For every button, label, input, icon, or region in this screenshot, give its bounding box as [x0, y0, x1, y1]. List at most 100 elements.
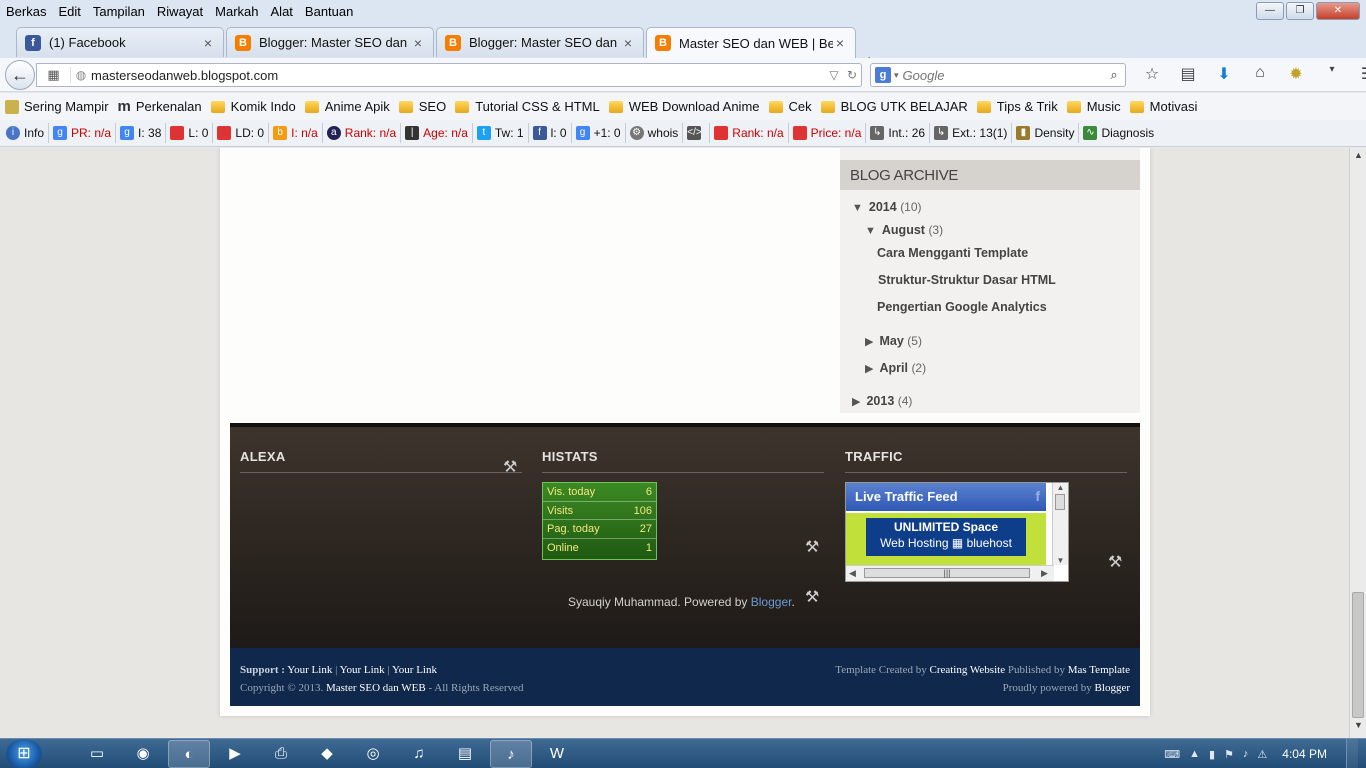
edit-wrench-icon[interactable]: ⚒ [503, 457, 517, 477]
network-icon[interactable]: ▮ [1209, 748, 1215, 761]
bluehost-ad[interactable]: UNLIMITED Space Web Hosting ▦ bluehost [846, 513, 1046, 565]
show-desktop-button[interactable] [1346, 739, 1358, 768]
menu-tampilan[interactable]: Tampilan [87, 4, 151, 19]
tab-blogger-2[interactable]: B Blogger: Master SEO dan ... × [436, 27, 644, 57]
tab-master-seo[interactable]: B Master SEO dan WEB | Bela... × [646, 27, 856, 58]
menu-edit[interactable]: Edit [52, 4, 86, 19]
start-button[interactable]: ⊞ [6, 739, 42, 768]
seo-density[interactable]: ▮ Density [1012, 123, 1080, 143]
seo-google-index[interactable]: g I: 38 [116, 123, 167, 143]
live-traffic-feed[interactable]: Live Traffic Feed f UNLIMITED Space Web … [845, 482, 1069, 582]
seo-bing-index[interactable]: b I: n/a [269, 123, 323, 143]
close-tab-icon[interactable]: × [411, 35, 425, 51]
close-tab-icon[interactable]: × [833, 35, 847, 51]
page-scrollbar[interactable]: ▲ ▼ [1349, 148, 1366, 738]
seo-external-links[interactable]: ↳ Ext.: 13(1) [930, 123, 1013, 143]
tab-facebook[interactable]: f (1) Facebook × [16, 27, 224, 57]
clock[interactable]: 4:04 PM [1282, 747, 1327, 761]
engine-dropdown-icon[interactable]: ▾ [894, 70, 899, 81]
bookmark-music[interactable]: Music [1066, 99, 1121, 114]
addon-gear-icon[interactable]: ✹ [1278, 64, 1314, 84]
archive-post-link[interactable]: Cara Mengganti Template [877, 246, 1028, 260]
seo-diagnosis[interactable]: ∿ Diagnosis [1079, 123, 1158, 143]
publisher-link[interactable]: Mas Template [1068, 664, 1130, 676]
seo-semrush-rank[interactable]: Rank: n/a [710, 123, 789, 143]
google-icon[interactable]: g [875, 67, 891, 83]
site-name-link[interactable]: Master SEO dan WEB [326, 682, 426, 694]
blogger-link[interactable]: Blogger [751, 595, 792, 609]
restore-button[interactable]: ❐ [1286, 2, 1314, 20]
url-text[interactable]: masterseodanweb.blogspot.com [91, 68, 825, 83]
collapsed-triangle-icon[interactable]: ▶ [865, 363, 873, 375]
history-dropdown-icon[interactable]: ▽ [825, 68, 843, 82]
bookmark-star-icon[interactable]: ☆ [1134, 64, 1170, 84]
bookmark-perkenalan[interactable]: m Perkenalan [118, 98, 202, 115]
edit-wrench-icon[interactable]: ⚒ [1108, 552, 1122, 572]
app-taskbar-icon[interactable]: ◆ [306, 740, 348, 768]
scroll-thumb[interactable] [1055, 494, 1065, 510]
footer-link[interactable]: Your Link [287, 664, 332, 676]
printer-taskbar-icon[interactable]: ⎙ [260, 740, 302, 768]
ad-banner[interactable]: UNLIMITED Space Web Hosting ▦ bluehost [866, 518, 1026, 556]
tab-blogger-1[interactable]: B Blogger: Master SEO dan ... × [226, 27, 434, 57]
bookmark-cek[interactable]: Cek [768, 99, 812, 114]
bookmark-komik-indo[interactable]: Komik Indo [210, 99, 296, 114]
bookmark-web-download-anime[interactable]: WEB Download Anime [608, 99, 760, 114]
scroll-right-icon[interactable]: ▶ [1041, 568, 1048, 579]
search-icon[interactable]: ⌕ [1103, 67, 1125, 83]
seo-source[interactable]: </> [683, 123, 711, 143]
keyboard-icon[interactable]: ⌨ [1164, 748, 1180, 761]
scroll-thumb[interactable]: ||| [864, 568, 1030, 578]
menu-berkas[interactable]: Berkas [0, 4, 52, 19]
bookmark-sering-mampir[interactable]: Sering Mampir [5, 99, 109, 114]
menu-bantuan[interactable]: Bantuan [299, 4, 359, 19]
creator-link[interactable]: Creating Website [929, 664, 1005, 676]
bookmarks-list-icon[interactable]: ▤ [1170, 64, 1206, 84]
piano-taskbar-icon[interactable]: ♫ [398, 740, 440, 768]
archive-month-april[interactable]: ▶ April (2) [865, 361, 926, 375]
scroll-left-icon[interactable]: ◀ [849, 568, 856, 579]
seo-link-domains[interactable]: LD: 0 [213, 123, 270, 143]
collapsed-triangle-icon[interactable]: ▶ [865, 336, 873, 348]
histats-counter[interactable]: Vis. today 6 Visits 106 Pag. today 27 Onlin… [542, 482, 657, 560]
action-center-icon[interactable]: ⚠ [1257, 748, 1267, 761]
addon-dropdown-icon[interactable]: ▾ [1314, 64, 1350, 84]
chrome-taskbar-icon[interactable]: ◉ [122, 740, 164, 768]
platform-link[interactable]: Blogger [1095, 682, 1130, 694]
menu-icon[interactable]: ☰ [1350, 64, 1366, 84]
seo-internal-links[interactable]: ↳ Int.: 26 [866, 123, 931, 143]
bookmark-seo[interactable]: SEO [398, 99, 446, 114]
bookmark-motivasi[interactable]: Motivasi [1129, 99, 1197, 114]
expanded-triangle-icon[interactable]: ▼ [865, 225, 876, 237]
address-bar[interactable]: ▦ ◍ masterseodanweb.blogspot.com ▽ ↻ [36, 63, 862, 87]
scroll-thumb[interactable] [1352, 592, 1364, 718]
minimize-button[interactable]: — [1256, 2, 1284, 20]
scroll-up-icon[interactable]: ▲ [1053, 483, 1068, 492]
seo-info[interactable]: i Info [2, 123, 50, 143]
edit-wrench-icon[interactable]: ⚒ [805, 587, 819, 607]
bookmark-blog-utk-belajar[interactable]: BLOG UTK BELAJAR [820, 99, 968, 114]
scroll-down-icon[interactable]: ▼ [1053, 556, 1068, 565]
menu-alat[interactable]: Alat [265, 4, 299, 19]
bookmark-tutorial-css-html[interactable]: Tutorial CSS & HTML [455, 99, 600, 114]
close-tab-icon[interactable]: × [201, 35, 215, 51]
footer-link[interactable]: Your Link [392, 664, 437, 676]
seo-whois[interactable]: ⚙ whois [626, 123, 684, 143]
volume-icon[interactable]: ♪ [1243, 748, 1249, 760]
seo-pagerank[interactable]: g PR: n/a [49, 123, 117, 143]
seo-google-plus[interactable]: g +1: 0 [572, 123, 626, 143]
notepad-taskbar-icon[interactable]: ▤ [444, 740, 486, 768]
expanded-triangle-icon[interactable]: ▼ [852, 202, 863, 214]
search-bar[interactable]: g ▾ ⌕ [870, 63, 1126, 87]
close-window-button[interactable]: ✕ [1316, 2, 1360, 20]
archive-month-may[interactable]: ▶ May (5) [865, 334, 922, 348]
show-hidden-icons[interactable]: ▲ [1189, 748, 1200, 760]
media-player-taskbar-icon[interactable]: ▶ [214, 740, 256, 768]
network-taskbar-icon[interactable]: ◎ [352, 740, 394, 768]
archive-post-link[interactable]: Pengertian Google Analytics [877, 300, 1047, 314]
reload-icon[interactable]: ↻ [843, 68, 861, 82]
close-tab-icon[interactable]: × [621, 35, 635, 51]
search-input[interactable] [902, 67, 1103, 83]
explorer-taskbar-icon[interactable]: ▭ [76, 740, 118, 768]
archive-month-august[interactable]: ▼ August (3) [865, 223, 943, 237]
